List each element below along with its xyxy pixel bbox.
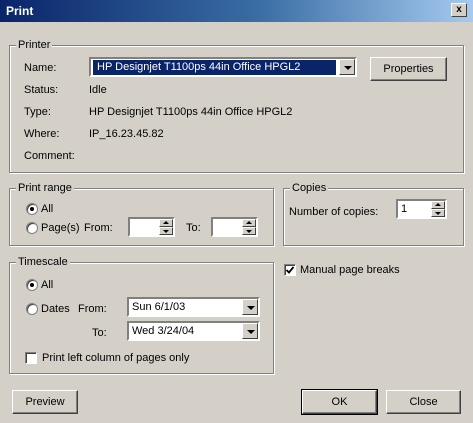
printer-name-value: HP Designjet T1100ps 44in Office HPGL2 (93, 60, 336, 75)
timescale-all-label: All (41, 279, 54, 291)
name-label: Name: (24, 62, 57, 74)
chevron-down-icon[interactable] (242, 323, 258, 339)
close-icon[interactable]: x (451, 3, 467, 17)
range-from-stepper[interactable] (128, 217, 175, 237)
preview-button[interactable]: Preview (12, 390, 78, 414)
timescale-dates-radio[interactable] (26, 303, 38, 315)
print-range-legend: Print range (16, 182, 74, 195)
spin-down-icon[interactable] (242, 227, 256, 235)
spin-up-icon[interactable] (159, 219, 173, 227)
left-column-label: Print left column of pages only (42, 352, 190, 364)
copies-legend: Copies (290, 182, 329, 195)
chevron-down-icon[interactable] (339, 59, 355, 75)
chevron-down-icon[interactable] (242, 299, 258, 315)
left-column-checkbox[interactable] (25, 352, 37, 364)
copies-stepper[interactable]: 1 (396, 199, 447, 219)
spin-up-icon[interactable] (431, 201, 445, 209)
range-to-stepper[interactable] (211, 217, 258, 237)
timescale-to-label: To: (92, 327, 107, 339)
copies-value: 1 (401, 203, 408, 215)
type-label: Type: (24, 106, 51, 118)
range-pages-radio[interactable] (26, 222, 38, 234)
timescale-legend: Timescale (16, 256, 70, 269)
printer-legend: Printer (16, 39, 53, 52)
timescale-from-label: From: (78, 303, 107, 315)
timescale-all-radio[interactable] (26, 279, 38, 291)
type-value: HP Designjet T1100ps 44in Office HPGL2 (89, 106, 293, 118)
timescale-dates-label: Dates (41, 303, 70, 315)
manual-page-breaks-label: Manual page breaks (300, 264, 400, 276)
spin-down-icon[interactable] (159, 227, 173, 235)
status-label: Status: (24, 84, 59, 96)
print-dialog: Print x Printer Name: HP Designjet T1100… (0, 0, 473, 423)
manual-page-breaks-checkbox[interactable] (284, 264, 296, 276)
range-pages-label: Page(s) (41, 222, 80, 234)
title-bar[interactable]: Print x (0, 0, 473, 22)
printer-name-select[interactable]: HP Designjet T1100ps 44in Office HPGL2 (89, 57, 357, 77)
date-from-value: Sun 6/1/03 (132, 301, 186, 313)
spin-up-icon[interactable] (242, 219, 256, 227)
range-all-radio[interactable] (26, 203, 38, 215)
date-to-value: Wed 3/24/04 (132, 325, 195, 337)
where-value: IP_16.23.45.82 (89, 128, 164, 140)
date-from-select[interactable]: Sun 6/1/03 (127, 297, 260, 317)
comment-label: Comment: (24, 150, 75, 162)
ok-button[interactable]: OK (301, 389, 378, 415)
checkmark-icon (285, 266, 295, 274)
copies-label: Number of copies: (289, 206, 379, 218)
range-all-label: All (41, 203, 54, 215)
where-label: Where: (24, 128, 60, 140)
properties-button[interactable]: Properties (370, 57, 447, 81)
close-button[interactable]: Close (386, 390, 461, 414)
dialog-title: Print (6, 4, 34, 18)
range-to-label: To: (186, 222, 201, 234)
status-value: Idle (89, 84, 107, 96)
spin-down-icon[interactable] (431, 209, 445, 217)
range-from-label: From: (84, 222, 113, 234)
date-to-select[interactable]: Wed 3/24/04 (127, 321, 260, 341)
